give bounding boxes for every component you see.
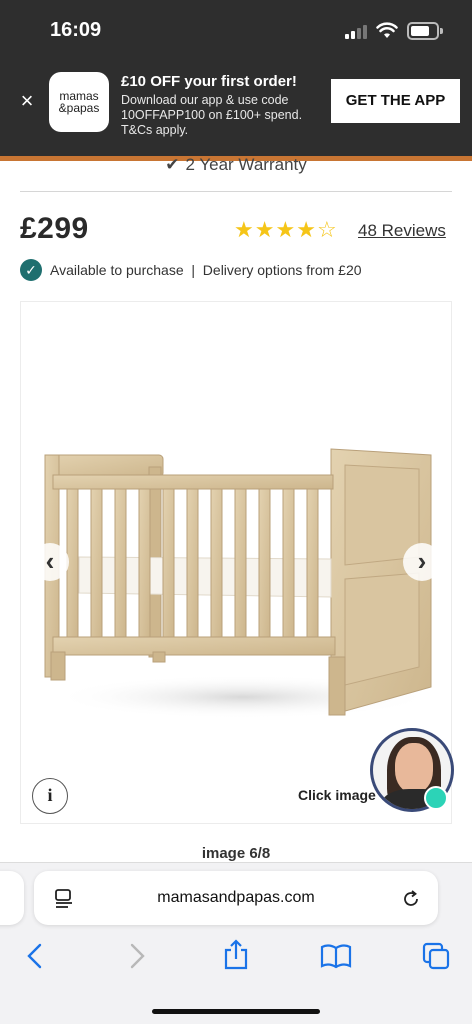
- share-icon[interactable]: [222, 938, 250, 970]
- url-text: mamasandpapas.com: [157, 889, 315, 906]
- star-filled-icon: ★: [254, 217, 275, 242]
- back-icon[interactable]: [24, 942, 46, 970]
- banner-title: £10 OFF your first order!: [121, 73, 297, 90]
- bookmarks-icon[interactable]: [320, 942, 352, 970]
- info-icon[interactable]: i: [32, 778, 68, 814]
- rating-stars[interactable]: ★★★★☆: [234, 219, 337, 241]
- home-indicator: [152, 1009, 320, 1014]
- next-image-button[interactable]: ›: [403, 543, 441, 581]
- reload-icon[interactable]: [400, 888, 422, 910]
- warranty-line: ✔ 2 Year Warranty: [0, 155, 472, 175]
- star-filled-icon: ★: [296, 217, 316, 242]
- forward-icon[interactable]: [126, 942, 148, 970]
- image-counter: image 6/8: [201, 845, 271, 862]
- banner-text: Download our app & use code 10OFFAPP100 …: [121, 93, 303, 137]
- previous-tab-preview[interactable]: [0, 871, 24, 925]
- click-image-hint: Click image: [298, 787, 376, 803]
- product-price: £299: [20, 212, 89, 245]
- availability-text: Available to purchase | Delivery options…: [50, 262, 362, 278]
- battery-icon: [407, 22, 443, 40]
- check-circle-icon: ✓: [20, 259, 42, 281]
- availability-label: Available to purchase | Delivery options…: [50, 262, 362, 278]
- get-the-app-button[interactable]: GET THE APP: [331, 79, 460, 123]
- warranty-text: 2 Year Warranty: [185, 155, 307, 174]
- logo-line-2: &papas: [58, 101, 100, 115]
- online-status-icon: [424, 786, 448, 810]
- address-bar[interactable]: mamasandpapas.com: [34, 871, 438, 925]
- reviews-link[interactable]: 48 Reviews: [358, 221, 446, 241]
- star-filled-icon: ★: [234, 217, 254, 242]
- star-empty-icon: ☆: [316, 217, 337, 242]
- previous-image-button[interactable]: ‹: [31, 543, 69, 581]
- product-image-cot[interactable]: [43, 447, 433, 722]
- status-time: 16:09: [50, 19, 102, 41]
- wifi-icon: [376, 22, 398, 38]
- star-filled-icon: ★: [275, 217, 296, 242]
- divider: [20, 191, 452, 192]
- app-logo: mamas &papas: [49, 72, 109, 132]
- cellular-signal-icon: [345, 25, 369, 39]
- close-icon[interactable]: ×: [16, 90, 38, 112]
- checkmark-icon: ✔: [165, 155, 180, 174]
- tabs-icon[interactable]: [422, 942, 450, 970]
